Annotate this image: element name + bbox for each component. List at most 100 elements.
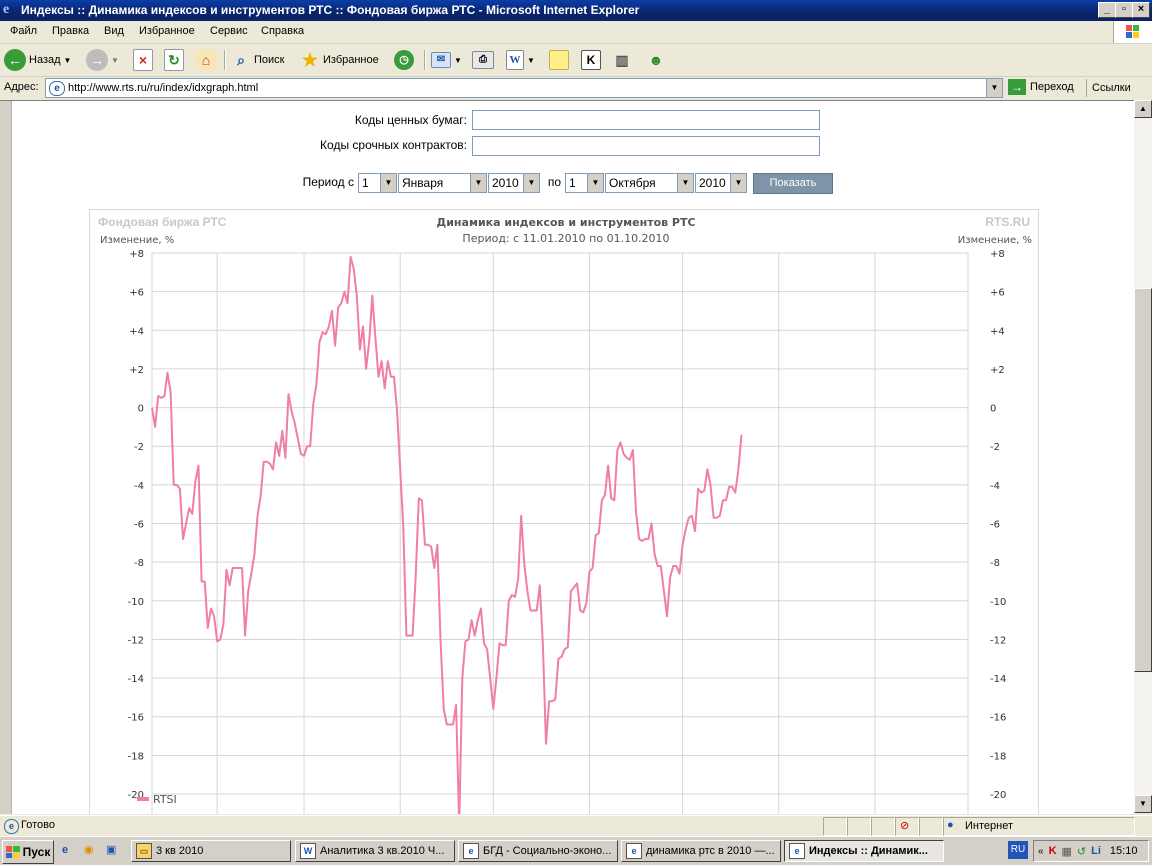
to-month-select[interactable]: Октября ▼ bbox=[605, 173, 694, 193]
y-tick-label-right: +6 bbox=[990, 288, 1005, 299]
menu-edit[interactable]: Правка bbox=[52, 25, 89, 37]
futures-label: Коды срочных контрактов: bbox=[320, 138, 467, 152]
scroll-up-button[interactable]: ▲ bbox=[1134, 100, 1152, 118]
from-day-select[interactable]: 1 ▼ bbox=[358, 173, 397, 193]
task-ie-2[interactable]: e динамика ртс в 2010 —... bbox=[621, 840, 781, 862]
chevron-down-icon[interactable]: ▼ bbox=[986, 79, 1002, 97]
go-button[interactable]: → Переход bbox=[1008, 79, 1074, 95]
y-tick-label-left: +4 bbox=[129, 326, 144, 337]
securities-label: Коды ценных бумаг: bbox=[354, 113, 467, 127]
from-year-value: 2010 bbox=[492, 176, 519, 190]
edit-button[interactable]: W ▼ bbox=[506, 47, 535, 73]
back-label: Назад bbox=[29, 54, 61, 66]
y-tick-label-left: -10 bbox=[128, 597, 144, 608]
research-button[interactable]: ▥ bbox=[612, 47, 632, 73]
page-icon: e bbox=[49, 81, 65, 96]
y-tick-label-right: -4 bbox=[990, 481, 1000, 492]
close-button[interactable]: × bbox=[1132, 2, 1150, 18]
vertical-scrollbar[interactable]: ▲ ▼ bbox=[1134, 100, 1152, 813]
media-quicklaunch-icon[interactable]: ◉ bbox=[84, 843, 94, 856]
messenger-button[interactable]: ☻ bbox=[645, 47, 667, 73]
app-tray-icon[interactable]: Li bbox=[1091, 845, 1101, 857]
favorites-button[interactable]: ★ Избранное bbox=[300, 47, 379, 73]
tray-expand-icon[interactable]: « bbox=[1038, 846, 1044, 857]
y-tick-label-right: +8 bbox=[990, 249, 1005, 260]
chevron-down-icon[interactable]: ▼ bbox=[523, 174, 539, 192]
futures-input[interactable] bbox=[472, 136, 820, 156]
language-indicator[interactable]: RU bbox=[1008, 841, 1028, 859]
y-tick-label-left: -2 bbox=[134, 442, 144, 453]
chevron-down-icon[interactable]: ▼ bbox=[380, 174, 396, 192]
from-year-select[interactable]: 2010 ▼ bbox=[488, 173, 540, 193]
update-tray-icon[interactable]: ↺ bbox=[1077, 845, 1086, 858]
maximize-button[interactable]: ▫ bbox=[1115, 2, 1133, 18]
popup-blocked-icon[interactable]: ⊘ bbox=[895, 817, 919, 836]
brand-left: Фондовая биржа РТС bbox=[98, 215, 227, 229]
menu-view[interactable]: Вид bbox=[104, 25, 124, 37]
chevron-down-icon[interactable]: ▼ bbox=[587, 174, 603, 192]
refresh-button[interactable]: ↻ bbox=[164, 47, 184, 73]
y-tick-label-right: +2 bbox=[990, 365, 1005, 376]
menu-tools[interactable]: Сервис bbox=[210, 25, 248, 37]
chevron-down-icon[interactable]: ▼ bbox=[454, 56, 462, 65]
chevron-down-icon[interactable]: ▼ bbox=[730, 174, 746, 192]
chevron-down-icon[interactable]: ▼ bbox=[111, 56, 119, 65]
y-tick-label-left: +2 bbox=[129, 365, 144, 376]
search-label: Поиск bbox=[254, 54, 285, 66]
address-url[interactable]: http://www.rts.ru/ru/index/idxgraph.html bbox=[68, 82, 258, 94]
show-button[interactable]: Показать bbox=[753, 173, 833, 194]
menu-help[interactable]: Справка bbox=[261, 25, 304, 37]
from-month-value: Января bbox=[402, 176, 444, 190]
mail-icon: ✉ bbox=[431, 52, 451, 68]
links-button[interactable]: Ссылки bbox=[1086, 79, 1131, 97]
ie-quicklaunch-icon[interactable]: e bbox=[62, 844, 68, 856]
stop-button[interactable]: × bbox=[133, 47, 153, 73]
search-button[interactable]: ⌕ Поиск bbox=[231, 47, 284, 73]
zone-cell: ● Интернет bbox=[943, 817, 1135, 836]
home-button[interactable]: ⌂ bbox=[195, 47, 217, 73]
series-line-rtsi bbox=[151, 255, 743, 814]
menu-file[interactable]: Файл bbox=[10, 25, 37, 37]
minimize-button[interactable]: _ bbox=[1098, 2, 1116, 18]
legend-label: RTSI bbox=[153, 793, 177, 806]
to-year-value: 2010 bbox=[699, 176, 726, 190]
back-button[interactable]: ← Назад ▼ bbox=[4, 47, 71, 73]
y-tick-label-left: -8 bbox=[134, 558, 144, 569]
ie-window: e Индексы :: Динамика индексов и инструм… bbox=[0, 0, 1152, 865]
k-logo-icon: K bbox=[581, 50, 601, 70]
kaspersky-button[interactable]: K bbox=[581, 47, 601, 73]
from-month-select[interactable]: Января ▼ bbox=[398, 173, 487, 193]
scroll-down-button[interactable]: ▼ bbox=[1134, 795, 1152, 813]
menu-favorites[interactable]: Избранное bbox=[139, 25, 195, 37]
print-button[interactable]: ⎙ bbox=[472, 47, 494, 73]
task-ie-active[interactable]: e Индексы :: Динамик... bbox=[784, 840, 944, 862]
address-input[interactable]: e http://www.rts.ru/ru/index/idxgraph.ht… bbox=[45, 78, 1003, 98]
to-day-select[interactable]: 1 ▼ bbox=[565, 173, 604, 193]
chevron-down-icon[interactable]: ▼ bbox=[64, 56, 72, 65]
forward-arrow-icon: → bbox=[86, 49, 108, 71]
rtsi-chart: Фондовая биржа РТС RTS.RU Динамика индек… bbox=[98, 215, 1032, 814]
period-label: Период с bbox=[302, 175, 354, 189]
securities-input[interactable] bbox=[472, 110, 820, 130]
desktop-quicklaunch-icon[interactable]: ▣ bbox=[106, 843, 116, 856]
history-button[interactable]: ◷ bbox=[394, 47, 414, 73]
network-tray-icon[interactable]: ▦ bbox=[1062, 845, 1072, 858]
task-ie-1[interactable]: e БГД - Социально-эконо... bbox=[458, 840, 618, 862]
task-word-1[interactable]: W Аналитика 3 кв.2010 Ч... bbox=[295, 840, 455, 862]
task-label: 3 кв 2010 bbox=[156, 845, 204, 857]
discuss-button[interactable] bbox=[549, 47, 569, 73]
stop-icon: × bbox=[133, 49, 153, 71]
task-folder[interactable]: ▭ 3 кв 2010 bbox=[131, 840, 291, 862]
y-tick-label-left: +6 bbox=[129, 288, 144, 299]
forward-button[interactable]: → ▼ bbox=[86, 47, 119, 73]
mail-button[interactable]: ✉ ▼ bbox=[431, 47, 462, 73]
scroll-thumb[interactable] bbox=[1134, 288, 1152, 672]
to-year-select[interactable]: 2010 ▼ bbox=[695, 173, 747, 193]
chevron-down-icon[interactable]: ▼ bbox=[527, 56, 535, 65]
chevron-down-icon[interactable]: ▼ bbox=[470, 174, 486, 192]
back-arrow-icon: ← bbox=[4, 49, 26, 71]
chart-grid bbox=[151, 252, 969, 814]
start-button[interactable]: Пуск bbox=[2, 840, 54, 864]
chevron-down-icon[interactable]: ▼ bbox=[677, 174, 693, 192]
kaspersky-tray-icon[interactable]: K bbox=[1049, 845, 1057, 857]
